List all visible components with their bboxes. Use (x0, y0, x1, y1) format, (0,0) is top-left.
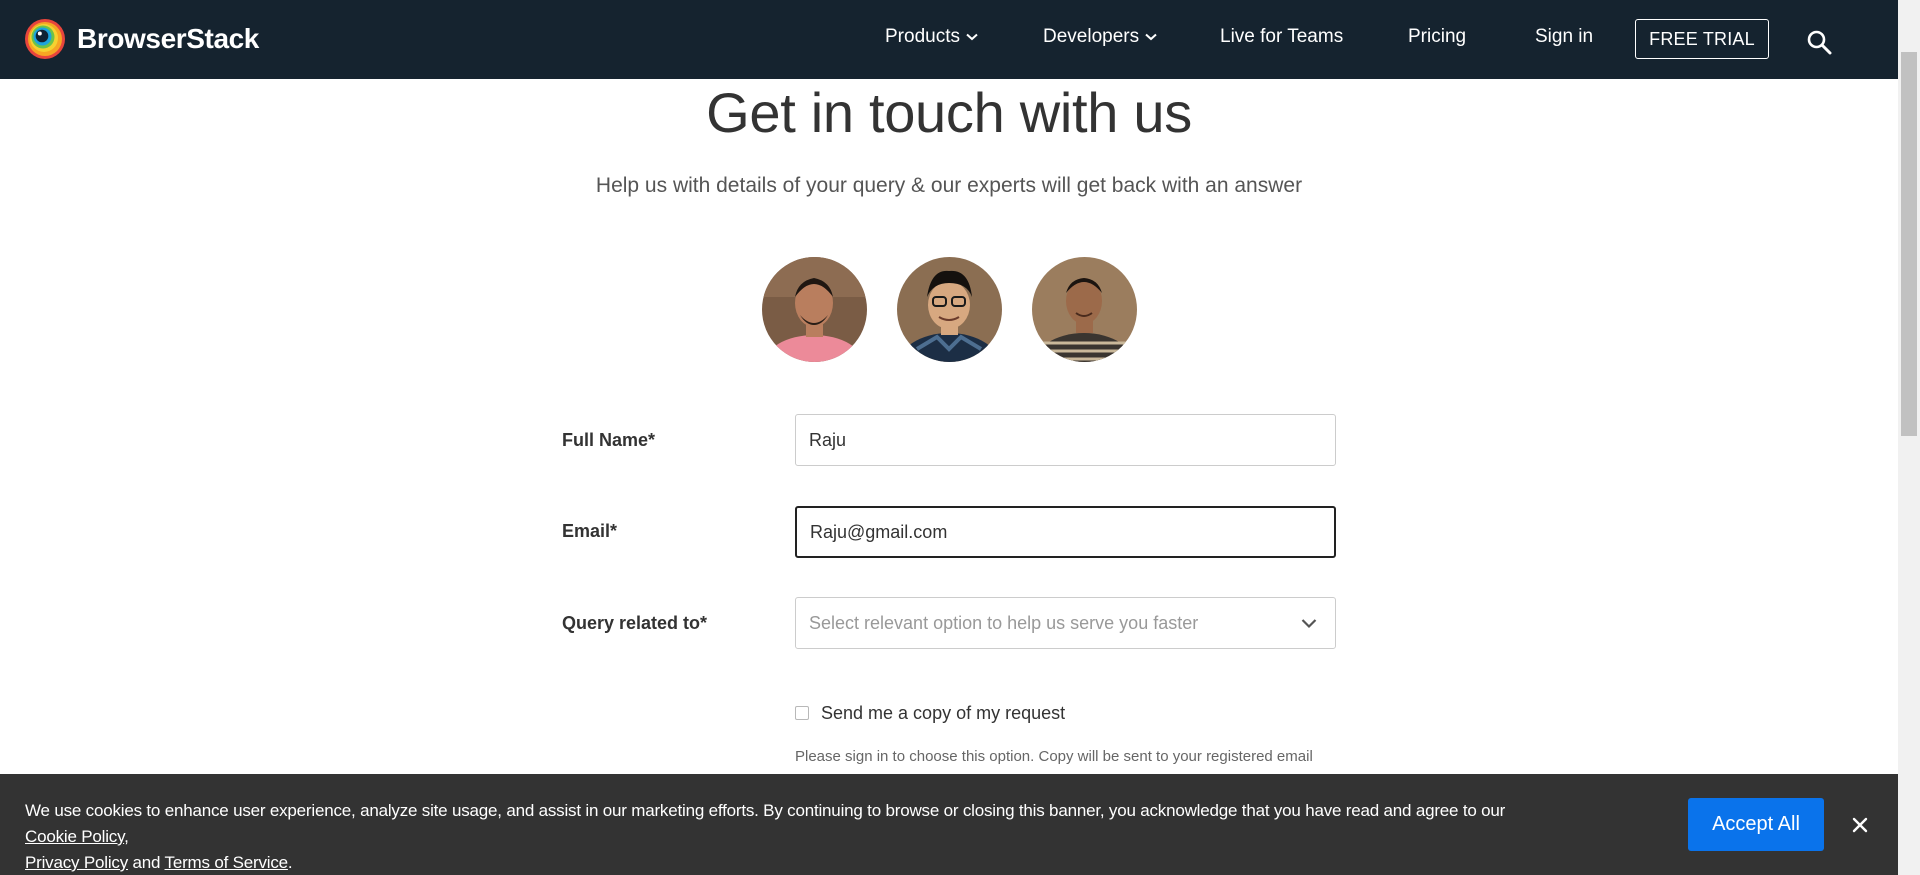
browserstack-logo-icon (25, 19, 65, 59)
search-icon[interactable] (1806, 29, 1832, 55)
query-label: Query related to* (562, 613, 708, 633)
send-copy-checkbox[interactable] (795, 706, 809, 720)
free-trial-button[interactable]: FREE TRIAL (1635, 19, 1769, 59)
cookie-text-comma: , (124, 827, 129, 846)
query-select[interactable]: Select relevant option to help us serve … (795, 597, 1336, 649)
expert-avatars (762, 257, 1167, 362)
nav-developers-menu[interactable]: Developers (1043, 26, 1157, 48)
full-name-input[interactable] (795, 414, 1336, 466)
nav-pricing-link[interactable]: Pricing (1408, 26, 1466, 48)
cookie-banner-text: We use cookies to enhance user experienc… (25, 798, 1525, 875)
full-name-label: Full Name* (562, 430, 656, 450)
email-input[interactable] (795, 506, 1336, 558)
chevron-down-icon (1145, 33, 1157, 41)
query-select-placeholder: Select relevant option to help us serve … (809, 612, 1199, 633)
page-title: Get in touch with us (706, 81, 1192, 144)
nav-products-menu[interactable]: Products (885, 26, 978, 48)
top-navbar: BrowserStack Products Developers Live fo… (0, 0, 1898, 79)
cookie-banner: We use cookies to enhance user experienc… (0, 774, 1898, 875)
terms-of-service-link[interactable]: Terms of Service (165, 853, 289, 872)
avatar (762, 257, 867, 362)
chevron-down-icon (1301, 619, 1317, 629)
avatar (1032, 257, 1137, 362)
accept-all-button[interactable]: Accept All (1688, 798, 1824, 851)
contact-page: BrowserStack Products Developers Live fo… (0, 0, 1920, 875)
nav-sign-in-link[interactable]: Sign in (1535, 26, 1593, 48)
nav-live-for-teams-link[interactable]: Live for Teams (1220, 26, 1343, 48)
cookie-text-body: We use cookies to enhance user experienc… (25, 801, 1506, 820)
send-copy-label[interactable]: Send me a copy of my request (821, 703, 1065, 724)
nav-products-label: Products (885, 26, 960, 47)
privacy-policy-link[interactable]: Privacy Policy (25, 853, 128, 872)
cookie-text-period: . (287, 853, 293, 872)
close-icon[interactable] (1849, 814, 1871, 836)
brand-name: BrowserStack (77, 23, 259, 54)
page-subtitle: Help us with details of your query & our… (595, 174, 1303, 197)
nav-developers-label: Developers (1043, 26, 1140, 47)
cookie-policy-link[interactable]: Cookie Policy (25, 827, 124, 846)
avatar (897, 257, 1002, 362)
page-scrollbar-thumb[interactable] (1901, 52, 1917, 436)
email-label: Email* (562, 521, 618, 541)
send-copy-help-text: Please sign in to choose this option. Co… (795, 748, 1313, 765)
cookie-text-and: and (128, 853, 165, 872)
brand-home-link[interactable]: BrowserStack (24, 18, 259, 60)
chevron-down-icon (966, 33, 978, 41)
